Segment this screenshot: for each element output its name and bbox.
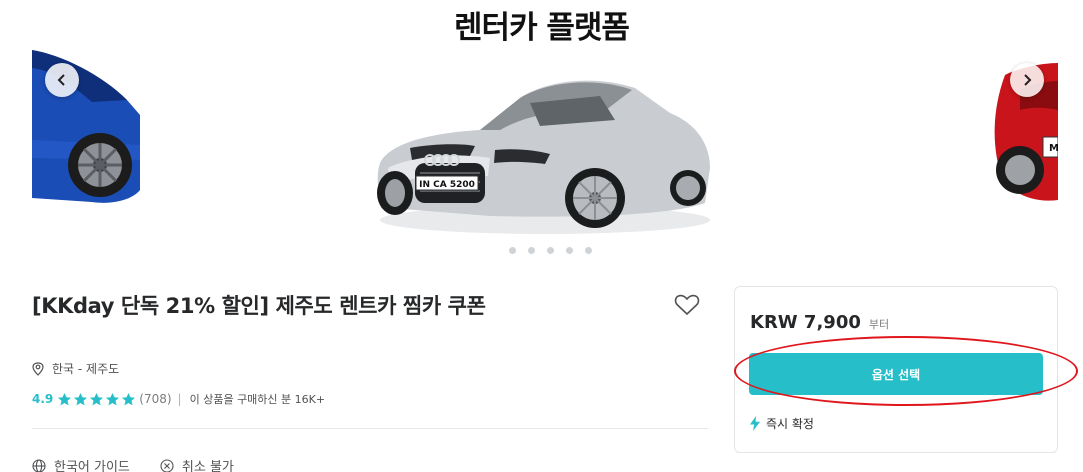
select-option-button[interactable]: 옵션 선택 <box>749 353 1043 395</box>
chevron-right-icon <box>1024 74 1032 86</box>
purchase-count: 이 상품을 구매하신 분 16K+ <box>189 393 326 406</box>
license-plate-text: IN CA 5200 <box>419 180 475 190</box>
banner-title: 렌터카 플랫폼 <box>454 10 630 46</box>
feature-list: 한국어 가이드 취소 불가 <box>32 456 234 472</box>
star-icon <box>58 392 72 405</box>
location-text: 한국 - 제주도 <box>52 362 120 376</box>
carousel-next-button[interactable] <box>1010 63 1044 97</box>
review-count[interactable]: (708) <box>139 392 171 406</box>
carousel-dot-5[interactable] <box>585 247 592 254</box>
slide-image-blue-car <box>32 50 140 203</box>
image-carousel[interactable]: 렌터카 플랫폼 IN CA 5200 M <box>0 0 1083 262</box>
rating-stars <box>57 392 136 407</box>
chevron-left-icon <box>57 74 65 86</box>
carousel-dot-1[interactable] <box>509 247 516 254</box>
star-icon <box>106 392 120 405</box>
star-icon <box>90 392 104 405</box>
star-icon <box>74 392 88 405</box>
price-block: KRW 7,900 부터 <box>750 312 889 333</box>
instant-confirmation-label: 즉시 확정 <box>766 417 814 431</box>
carousel-dot-2[interactable] <box>528 247 535 254</box>
carousel-pagination <box>509 247 592 254</box>
cancel-circle-icon <box>160 458 174 472</box>
rating-score: 4.9 <box>32 392 54 406</box>
product-location: 한국 - 제주도 <box>32 360 119 377</box>
lightning-icon <box>750 416 760 431</box>
rating-row[interactable]: 4.9 (708) | 이 상품을 구매하신 분 16K+ <box>32 391 325 407</box>
right-plate-text: M <box>1049 143 1058 154</box>
price-value: KRW 7,900 <box>750 312 861 333</box>
feature-guide-language: 한국어 가이드 <box>32 456 130 472</box>
product-page: 렌터카 플랫폼 IN CA 5200 M [KKday 단독 21% 할인] 제… <box>0 0 1083 472</box>
feature-label: 취소 불가 <box>181 460 234 472</box>
price-suffix: 부터 <box>868 318 890 331</box>
feature-label: 한국어 가이드 <box>54 460 130 472</box>
separator: | <box>177 392 182 406</box>
star-icon <box>122 392 136 405</box>
slide-image-silver-convertible: IN CA 5200 <box>377 80 710 234</box>
booking-card: KRW 7,900 부터 옵션 선택 즉시 확정 <box>734 286 1058 453</box>
carousel-dot-4[interactable] <box>566 247 573 254</box>
carousel-prev-button[interactable] <box>45 63 79 97</box>
wishlist-heart-icon[interactable] <box>674 293 700 317</box>
feature-cancellation: 취소 불가 <box>160 456 234 472</box>
location-pin-icon <box>32 361 44 376</box>
globe-icon <box>32 458 46 472</box>
carousel-dot-3[interactable] <box>547 247 554 254</box>
instant-confirmation: 즉시 확정 <box>750 415 814 432</box>
product-title: [KKday 단독 21% 할인] 제주도 렌트카 찜카 쿠폰 <box>32 294 486 318</box>
divider <box>32 428 708 429</box>
